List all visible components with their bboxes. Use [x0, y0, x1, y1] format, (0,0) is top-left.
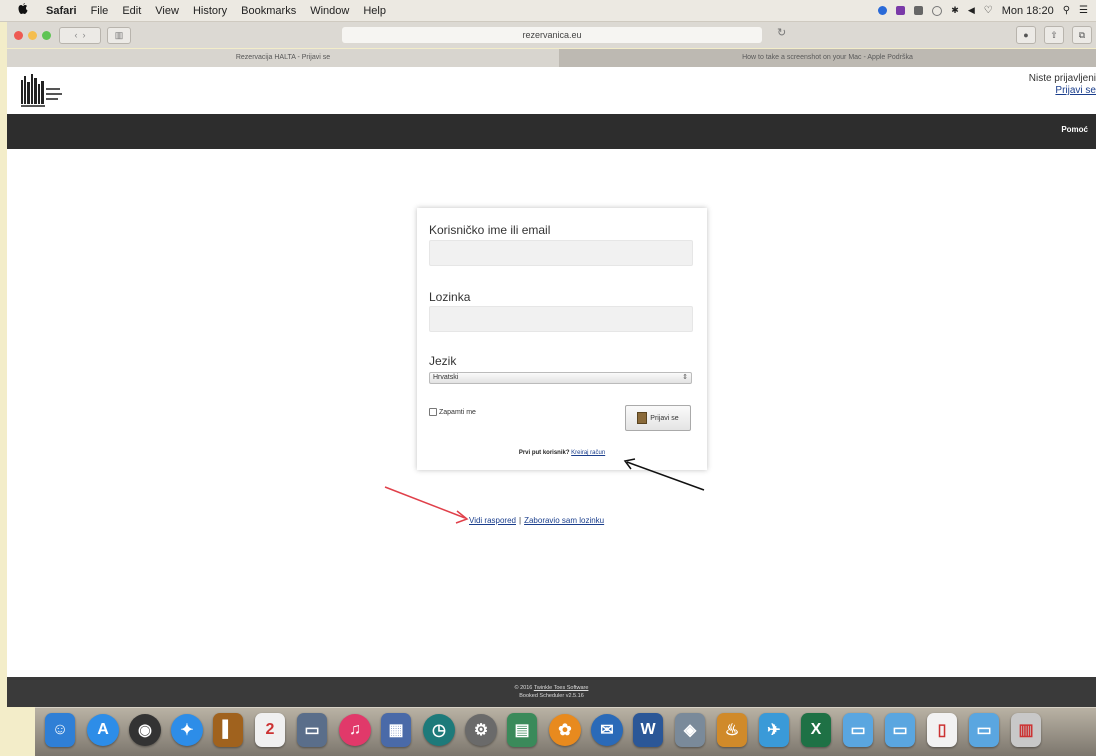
dropbox-status-icon[interactable] [878, 6, 888, 15]
menu-view[interactable]: View [155, 5, 179, 17]
itunes-icon[interactable]: ♫ [339, 714, 371, 746]
word-icon[interactable]: W [633, 713, 663, 747]
browser-toolbar: ‹ › ▥ rezervanica.eu ↻ ● ⇧ ⧉ [7, 22, 1096, 48]
menu-safari[interactable]: Safari [46, 5, 77, 17]
sidebar-toggle-icon[interactable]: ▥ [107, 26, 131, 44]
image-capture-icon[interactable]: ▤ [507, 713, 537, 747]
time-machine-status-icon[interactable] [932, 5, 943, 16]
back-forward-buttons[interactable]: ‹ › [59, 26, 101, 44]
maple-syrup-icon[interactable]: ♨ [717, 713, 747, 747]
dashboard-icon[interactable]: ◉ [129, 714, 161, 746]
spotlight-icon[interactable]: ⚲ [1063, 5, 1070, 16]
trash-icon[interactable]: ▥ [1011, 713, 1041, 747]
tab-apple-support[interactable]: How to take a screenshot on your Mac - A… [559, 49, 1096, 67]
web-page: Niste prijavljeni Prijavi se Pomoć Koris… [7, 67, 1096, 677]
time-machine-icon[interactable]: ◷ [423, 714, 455, 746]
wifi-icon[interactable]: ♡ [984, 5, 993, 16]
reload-icon[interactable]: ↻ [777, 26, 786, 39]
network-icon[interactable]: ◈ [675, 713, 705, 747]
zoom-window-button[interactable] [42, 30, 51, 40]
tab-bar: Rezervacija HALTA - Prijavi se How to ta… [7, 49, 1096, 67]
thunderbird-icon[interactable]: ✉ [591, 714, 623, 746]
menu-help[interactable]: Help [363, 5, 386, 17]
share-icon[interactable]: ⇧ [1044, 26, 1064, 44]
preview-icon[interactable]: ▦ [381, 713, 411, 747]
menu-file[interactable]: File [91, 5, 109, 17]
app-store-icon[interactable]: A [87, 714, 119, 746]
folder-icon[interactable]: ▭ [843, 713, 873, 747]
footer-line-1: © 2016 Twinkle Toes Software [7, 677, 1096, 692]
bluetooth-icon[interactable]: ✱ [951, 5, 959, 16]
folder-downloads-icon[interactable]: ▭ [969, 713, 999, 747]
migration-icon[interactable]: ✈ [759, 713, 789, 747]
notes-book-icon[interactable]: ▌ [213, 713, 243, 747]
menu-edit[interactable]: Edit [122, 5, 141, 17]
red-arrow-annotation [384, 486, 469, 524]
footer-version: Booked Scheduler v2.5.16 [519, 693, 584, 699]
photos-viewer-icon[interactable]: ▭ [297, 713, 327, 747]
footer-copyright: © 2016 [514, 685, 533, 691]
clock[interactable]: Mon 18:20 [1002, 5, 1054, 17]
safari-icon[interactable]: ✦ [171, 714, 203, 746]
tab-rezervacija[interactable]: Rezervacija HALTA - Prijavi se [7, 49, 559, 67]
volume-icon[interactable]: ◀ [968, 5, 975, 16]
file-icon[interactable]: ▯ [927, 713, 957, 747]
downloads-icon[interactable]: ● [1016, 26, 1036, 44]
menu-window[interactable]: Window [310, 5, 349, 17]
status-extra-icon[interactable] [914, 6, 924, 15]
annotation-arrows [384, 458, 705, 524]
system-preferences-icon[interactable]: ⚙ [465, 714, 497, 746]
menu-history[interactable]: History [193, 5, 227, 17]
notification-center-icon[interactable]: ☰ [1079, 5, 1088, 16]
menu-bookmarks[interactable]: Bookmarks [241, 5, 296, 17]
site-footer: © 2016 Twinkle Toes Software Booked Sche… [7, 677, 1096, 707]
minimize-window-button[interactable] [28, 30, 37, 40]
screen: Safari File Edit View History Bookmarks … [0, 0, 1096, 756]
window-controls [14, 30, 51, 40]
address-bar[interactable]: rezervanica.eu [342, 27, 762, 43]
mac-dock: ☺ A ◉ ✦ ▌ 2 ▭ ♫ ▦ ◷ ⚙ ▤ ✿ ✉ W ◈ ♨ ✈ X ▭ ▭ ▯ ▭ ▥ [35, 707, 1096, 756]
finder-icon[interactable]: ☺ [45, 713, 75, 747]
excel-icon[interactable]: X [801, 713, 831, 747]
close-window-button[interactable] [14, 30, 23, 40]
calendar-icon[interactable]: 2 [255, 713, 285, 747]
apple-icon[interactable] [18, 3, 32, 18]
mac-menu-bar: Safari File Edit View History Bookmarks … [0, 0, 1096, 22]
footer-company-link[interactable]: Twinkle Toes Software [534, 685, 589, 691]
folder-documents-icon[interactable]: ▭ [885, 713, 915, 747]
status-app-icon[interactable] [896, 6, 906, 15]
new-tab-icon[interactable]: ⧉ [1072, 26, 1092, 44]
black-arrow-annotation [623, 458, 705, 491]
photos-icon[interactable]: ✿ [549, 714, 581, 746]
